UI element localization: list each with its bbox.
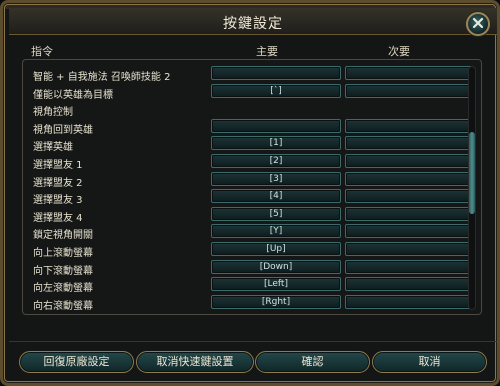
keybinding-row: 向左滾動螢幕 [Left] — [33, 277, 474, 295]
secondary-key-slot[interactable] — [345, 259, 474, 274]
secondary-key-slot[interactable] — [345, 136, 474, 151]
keybinding-row: 選擇盟友 4 [5] — [33, 206, 474, 224]
command-label: 選擇盟友 3 — [33, 195, 83, 207]
keybinding-row: 選擇盟友 1 [2] — [33, 154, 474, 171]
dialog-footer: 回復原廠設定 取消快速鍵設置 確認 取消 — [9, 341, 497, 384]
primary-key-slot[interactable]: [3] — [211, 171, 341, 186]
secondary-key-slot[interactable] — [345, 206, 474, 221]
section-label: 視角控制 — [33, 107, 73, 119]
primary-key-slot[interactable]: [5] — [211, 206, 341, 221]
secondary-column-label: 次要 — [388, 45, 410, 58]
keybinding-row: 視角回到英雄 — [33, 118, 474, 136]
command-label: 向上滾動螢幕 — [33, 248, 93, 259]
command-label: 向右滾動螢幕 — [33, 300, 93, 312]
keybinding-row: 鎖定視角開關 [Y] — [33, 224, 474, 242]
secondary-key-slot[interactable] — [345, 242, 474, 256]
column-header: 指令 主要 次要 — [17, 41, 477, 59]
keybinding-row: 向上滾動螢幕 [Up] — [33, 242, 474, 259]
command-label: 選擇英雄 — [33, 142, 73, 154]
secondary-key-slot[interactable] — [345, 154, 474, 168]
primary-key-slot[interactable]: [Down] — [211, 259, 341, 274]
primary-key-slot[interactable]: [Up] — [211, 242, 341, 256]
keybinding-row: 向下滾動螢幕 [Down] — [33, 259, 474, 277]
scroll-thumb[interactable] — [469, 132, 475, 214]
keybinding-row: 智能 + 自我施法 召喚師技能 2 — [33, 66, 474, 83]
cancel-hotkeys-button[interactable]: 取消快速鍵設置 — [136, 351, 254, 373]
primary-key-slot[interactable] — [211, 118, 341, 133]
title-bar: 按鍵設定 — [9, 8, 497, 35]
secondary-key-slot[interactable] — [345, 171, 474, 186]
secondary-key-slot[interactable] — [345, 189, 474, 204]
primary-key-slot[interactable]: [Rght] — [211, 294, 341, 309]
command-label: 向下滾動螢幕 — [33, 265, 93, 277]
reset-defaults-button[interactable]: 回復原廠設定 — [19, 351, 134, 373]
primary-key-slot[interactable]: [4] — [211, 189, 341, 204]
secondary-key-slot[interactable] — [345, 294, 474, 309]
primary-key-slot[interactable]: [`] — [211, 83, 341, 98]
command-column-label: 指令 — [31, 45, 53, 58]
secondary-key-slot[interactable] — [345, 83, 474, 98]
keybinding-row: 選擇英雄 [1] — [33, 136, 474, 154]
keybinding-row: 選擇盟友 2 [3] — [33, 171, 474, 189]
primary-key-slot[interactable]: [Y] — [211, 224, 341, 239]
cancel-button[interactable]: 取消 — [372, 351, 487, 373]
keybinding-row: 選擇盟友 3 [4] — [33, 189, 474, 207]
command-label: 鎖定視角開關 — [33, 230, 93, 242]
secondary-key-slot[interactable] — [345, 118, 474, 133]
keybinding-dialog: 按鍵設定 指令 主要 次要 智能 + 自我施法 召喚師技能 2 僅能以英雄為目標 [… — [0, 0, 500, 386]
keybinding-list: 智能 + 自我施法 召喚師技能 2 僅能以英雄為目標 [`] 視角控制 視角回到英雄 選擇… — [22, 59, 482, 315]
primary-key-slot[interactable]: [2] — [211, 154, 341, 168]
primary-key-slot[interactable] — [211, 66, 341, 80]
secondary-key-slot[interactable] — [345, 224, 474, 239]
close-button[interactable] — [466, 12, 490, 36]
command-label: 視角回到英雄 — [33, 124, 93, 136]
scrollbar[interactable] — [468, 66, 476, 310]
command-label: 僅能以英雄為目標 — [33, 89, 113, 101]
secondary-key-slot[interactable] — [345, 66, 474, 80]
command-label: 選擇盟友 4 — [33, 212, 83, 224]
command-label: 向左滾動螢幕 — [33, 283, 93, 295]
secondary-key-slot[interactable] — [345, 277, 474, 292]
close-icon — [472, 17, 484, 29]
command-label: 智能 + 自我施法 召喚師技能 2 — [33, 72, 171, 83]
confirm-button[interactable]: 確認 — [255, 351, 370, 373]
primary-key-slot[interactable]: [Left] — [211, 277, 341, 292]
primary-column-label: 主要 — [256, 45, 278, 58]
command-label: 選擇盟友 2 — [33, 177, 83, 189]
keybinding-row: 僅能以英雄為目標 [`] — [33, 83, 474, 101]
dialog-title: 按鍵設定 — [223, 16, 283, 32]
keybinding-row: 向右滾動螢幕 [Rght] — [33, 294, 474, 312]
primary-key-slot[interactable]: [1] — [211, 136, 341, 151]
command-label: 選擇盟友 1 — [33, 160, 83, 171]
section-header-row: 視角控制 — [33, 101, 473, 118]
